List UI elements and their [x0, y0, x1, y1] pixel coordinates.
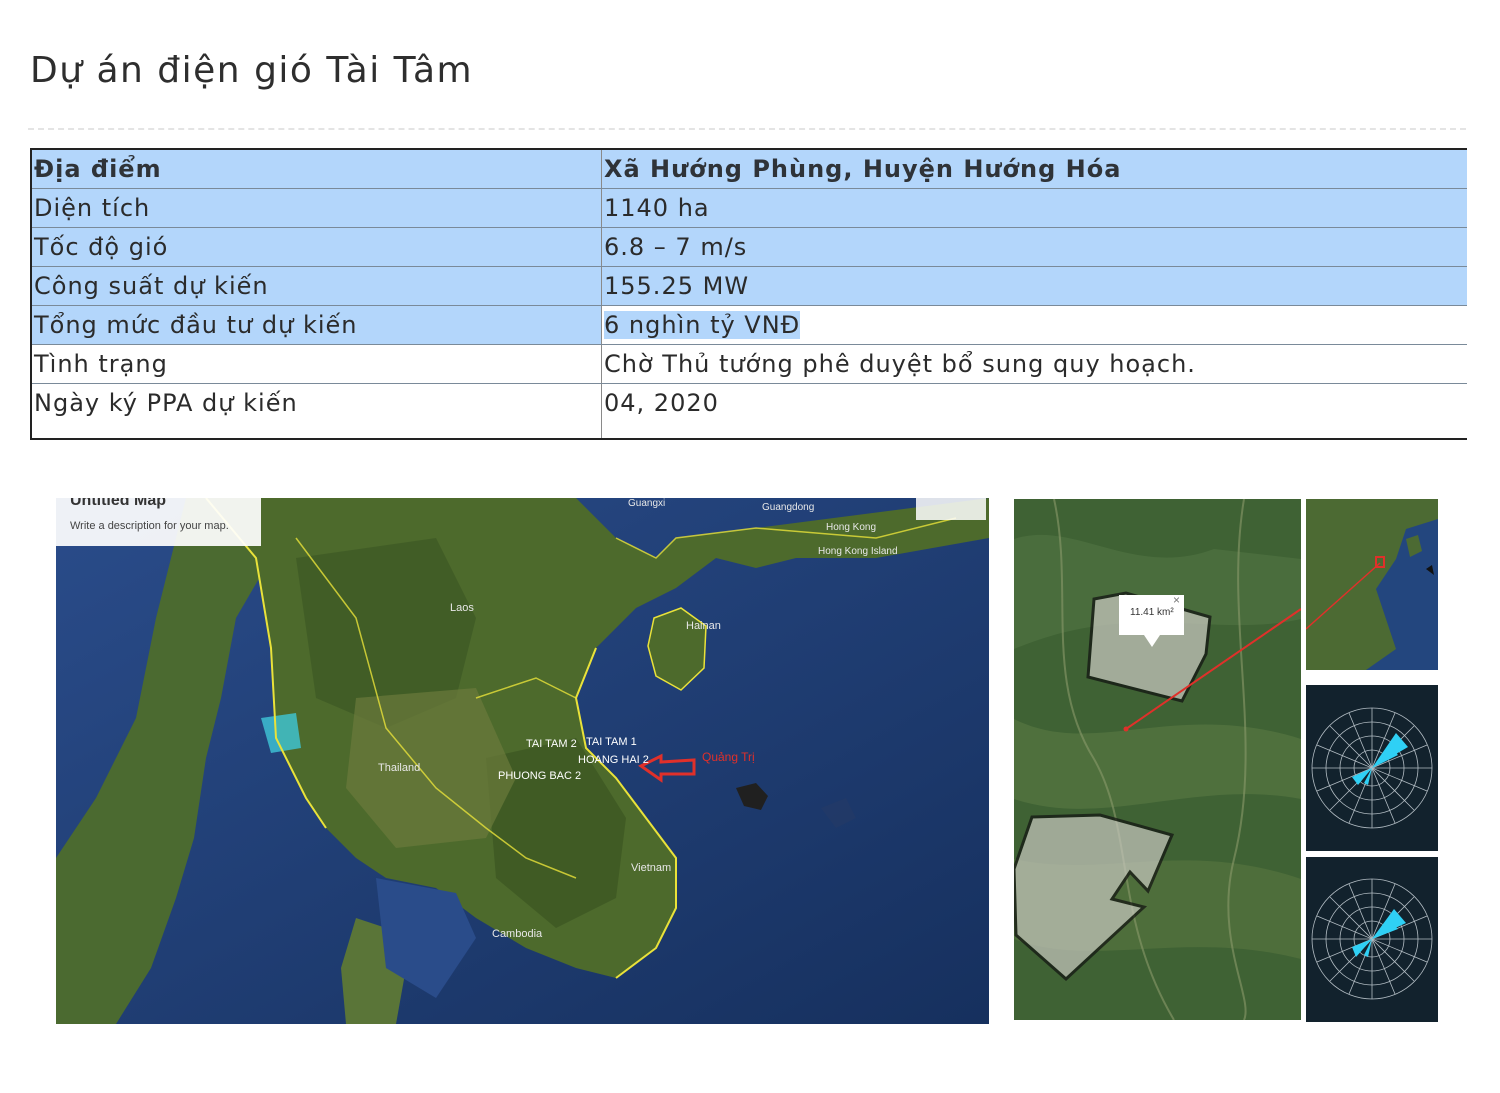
place-label-laos: Laos [450, 602, 474, 614]
row-value: 04, 2020 [604, 389, 719, 417]
row-label: Tốc độ gió [31, 227, 602, 267]
wind-rose-graphic [1311, 707, 1433, 829]
row-value: 6 nghìn tỷ VNĐ [601, 305, 1467, 345]
row-value: Chờ Thủ tướng phê duyệt bổ sung quy hoạc… [601, 344, 1467, 384]
inset-map-graphic [1306, 499, 1438, 670]
place-label-hainan: Hainan [686, 620, 721, 632]
page-title: Dự án điện gió Tài Tâm [30, 50, 474, 91]
wind-rose-graphic [1311, 878, 1433, 1000]
site-map-graphic [1014, 499, 1301, 1020]
table-row: Diện tích 1140 ha [31, 188, 1467, 228]
row-value: Xã Hướng Phùng, Huyện Hướng Hóa [601, 149, 1467, 189]
place-label-vietnam: Vietnam [631, 862, 672, 874]
row-label: Tình trạng [31, 344, 602, 384]
location-inset-map [1306, 499, 1438, 670]
table-row: Tình trạng Chờ Thủ tướng phê duyệt bổ su… [31, 344, 1467, 384]
area-label: 11.41 km² [1130, 607, 1174, 618]
row-label: Công suất dự kiến [31, 266, 602, 306]
project-label: TAI TAM 2 [526, 738, 577, 750]
title-divider [28, 128, 1466, 130]
project-label: PHUONG BAC 2 [498, 770, 582, 782]
place-label-hong-kong: Hong Kong [826, 522, 877, 533]
place-label-hong-kong-island: Hong Kong Island [818, 546, 898, 557]
row-label: Địa điểm [31, 149, 602, 189]
project-label: TAI TAM 1 [586, 736, 637, 748]
place-label-cambodia: Cambodia [492, 928, 543, 940]
row-value: 6.8 – 7 m/s [601, 227, 1467, 267]
map-panel-description: Write a description for your map. [70, 520, 229, 532]
row-label: Tổng mức đầu tư dự kiến [31, 305, 602, 345]
row-value-text: 6 nghìn tỷ VNĐ [604, 311, 801, 339]
table-row: Tổng mức đầu tư dự kiến 6 nghìn tỷ VNĐ [31, 305, 1467, 345]
row-value: 155.25 MW [601, 266, 1467, 306]
wind-rose-chart [1306, 685, 1438, 851]
wind-rose-chart [1306, 857, 1438, 1022]
table-row: Ngày ký PPA dự kiến 04, 2020 [31, 383, 1467, 439]
place-label-thailand: Thailand [378, 762, 421, 774]
site-satellite-map: 11.41 km² × [1014, 499, 1301, 1020]
place-label-quang-tri: Quảng Trị [702, 750, 755, 764]
map-panel-title: Untitled Map [70, 498, 166, 509]
project-label: HOANG HAI 2 [578, 754, 649, 766]
table-row: Công suất dự kiến 155.25 MW [31, 266, 1467, 306]
row-label: Diện tích [31, 188, 602, 228]
place-label-guangdong: Guangdong [762, 502, 815, 513]
row-value: 1140 ha [601, 188, 1467, 228]
regional-map-graphic [56, 498, 989, 1024]
table-row: Tốc độ gió 6.8 – 7 m/s [31, 227, 1467, 267]
popup-close-icon[interactable]: × [1173, 593, 1180, 607]
table-row: Địa điểm Xã Hướng Phùng, Huyện Hướng Hóa [31, 149, 1467, 189]
project-info-table: Địa điểm Xã Hướng Phùng, Huyện Hướng Hóa… [30, 148, 1467, 440]
place-label-guangxi: Guangxi [628, 498, 666, 509]
row-label: Ngày ký PPA dự kiến [31, 383, 602, 439]
regional-satellite-map: Untitled Map Write a description for you… [56, 498, 989, 1024]
